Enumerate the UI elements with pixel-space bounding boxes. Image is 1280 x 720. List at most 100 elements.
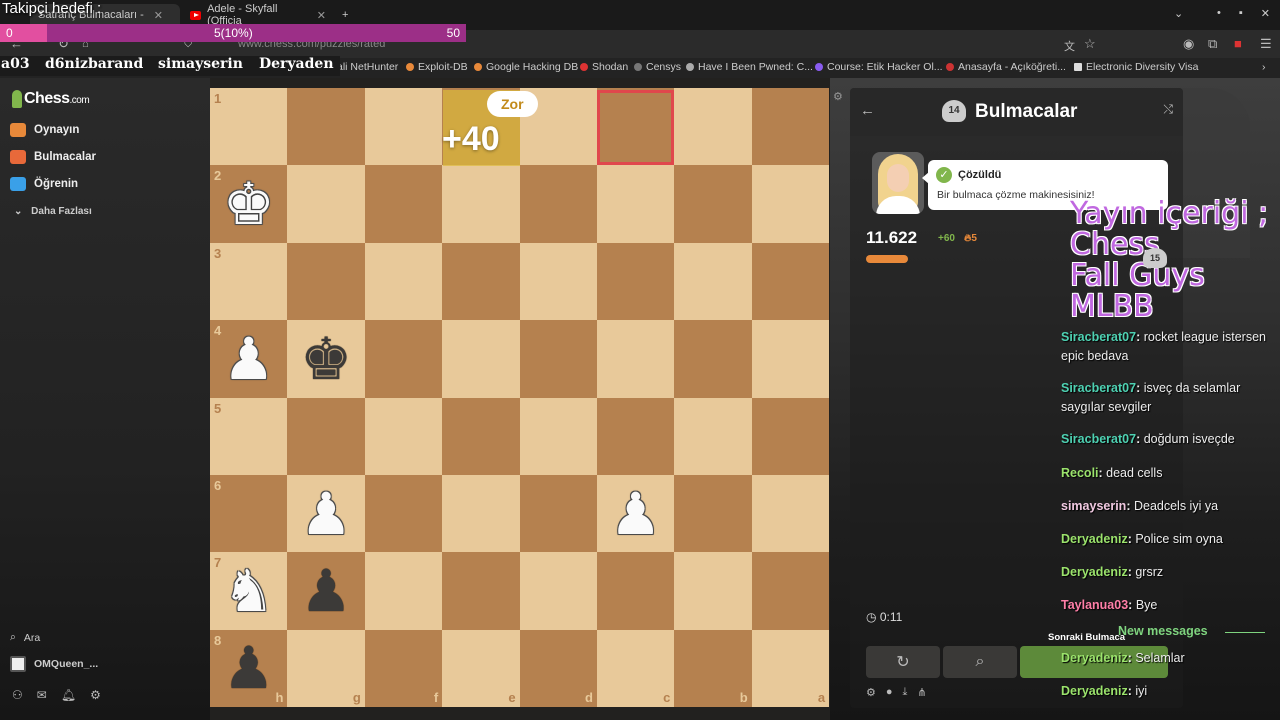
download-icon[interactable]: ⤓ xyxy=(903,686,908,699)
bookmark-exploit-db[interactable]: Exploit-DB xyxy=(406,61,468,73)
board-square[interactable] xyxy=(519,474,597,553)
sidebar-item-learn[interactable]: Öğrenin xyxy=(10,177,78,191)
board-square[interactable] xyxy=(442,165,520,243)
extensions-icon[interactable]: ⧉ xyxy=(1208,36,1217,52)
sidebar-user[interactable]: OMQueen_... xyxy=(10,656,98,672)
retry-button[interactable]: ↻ xyxy=(866,646,940,678)
board-square[interactable] xyxy=(364,242,443,321)
shuffle-icon[interactable]: ⤭ xyxy=(1163,102,1173,117)
board-square[interactable] xyxy=(596,552,675,630)
board-square[interactable]: ♟ xyxy=(596,474,675,553)
bookmark-haveibeenpwned[interactable]: Have I Been Pwned: C... xyxy=(686,61,813,73)
board-square[interactable] xyxy=(287,397,365,475)
extension-badge-icon[interactable]: ■ xyxy=(1234,36,1242,51)
board-square[interactable]: ♚ xyxy=(287,320,365,398)
board-square[interactable]: 4 ♟ xyxy=(210,320,288,398)
board-square[interactable] xyxy=(364,552,443,630)
chess-logo[interactable]: Chess.com xyxy=(12,90,90,108)
board-square[interactable] xyxy=(596,320,675,398)
board-settings-icon[interactable]: ⚙ xyxy=(833,90,843,103)
close-window-icon[interactable]: ✕ xyxy=(1261,7,1270,20)
new-messages-label[interactable]: New messages xyxy=(1118,624,1208,638)
white-pawn-piece[interactable]: ♟ xyxy=(210,320,287,397)
board-square[interactable] xyxy=(364,397,443,475)
board-square[interactable] xyxy=(751,242,830,321)
new-tab-button[interactable]: + xyxy=(334,4,356,26)
share-icon[interactable]: ⋔ xyxy=(917,686,926,699)
tab-youtube[interactable]: Adele - Skyfall (Officia ✕ xyxy=(182,3,334,27)
board-square[interactable] xyxy=(674,88,752,166)
board-square[interactable] xyxy=(751,165,830,243)
analysis-button[interactable]: ⌕ xyxy=(943,646,1017,678)
board-square[interactable] xyxy=(364,474,443,553)
friends-icon[interactable]: ⚇ xyxy=(12,688,23,702)
board-square[interactable]: 5 xyxy=(210,397,288,475)
board-square[interactable] xyxy=(519,320,597,398)
board-square[interactable] xyxy=(751,397,830,475)
white-knight-piece[interactable]: ♞ xyxy=(210,552,287,629)
board-square[interactable]: ♟ xyxy=(287,474,365,553)
more-bookmarks-icon[interactable]: › xyxy=(1262,61,1266,73)
board-square[interactable] xyxy=(674,165,752,243)
close-icon[interactable]: ✕ xyxy=(317,9,326,22)
white-pawn-piece[interactable]: ♟ xyxy=(287,475,364,552)
white-king-piece[interactable]: ♚ xyxy=(210,165,287,242)
star-icon[interactable]: ☆ xyxy=(1084,36,1096,52)
board-square[interactable] xyxy=(442,242,520,321)
bell-icon[interactable]: 🔔︎ xyxy=(61,688,76,702)
bookmark-course[interactable]: Course: Etik Hacker Ol... xyxy=(815,61,943,73)
board-square[interactable] xyxy=(674,474,752,553)
board-square[interactable] xyxy=(519,165,597,243)
back-arrow-icon[interactable]: ← xyxy=(860,102,875,119)
sidebar-item-play[interactable]: Oynayın xyxy=(10,123,79,137)
board-square[interactable]: 7 ♞ xyxy=(210,552,288,630)
minimize-icon[interactable]: • xyxy=(1217,7,1221,20)
board-square[interactable]: b xyxy=(674,629,752,708)
board-square[interactable]: e xyxy=(442,629,520,708)
board-square[interactable]: g xyxy=(287,629,365,708)
board-square[interactable]: a xyxy=(751,629,830,708)
gear-icon[interactable]: ⚙ xyxy=(90,688,101,702)
board-square[interactable] xyxy=(751,88,830,166)
board-square[interactable] xyxy=(364,320,443,398)
board-square[interactable]: 6 xyxy=(210,474,288,553)
board-square[interactable] xyxy=(596,397,675,475)
board-square[interactable] xyxy=(596,242,675,321)
bookmark-electronic-diversity-visa[interactable]: Electronic Diversity Visa xyxy=(1074,61,1198,73)
board-square[interactable] xyxy=(442,320,520,398)
board-square[interactable] xyxy=(674,320,752,398)
board-square[interactable] xyxy=(596,165,675,243)
bookmark-censys[interactable]: Censys xyxy=(634,61,681,73)
board-square[interactable] xyxy=(287,242,365,321)
board-square[interactable] xyxy=(674,242,752,321)
board-square[interactable] xyxy=(674,397,752,475)
board-square[interactable]: c xyxy=(596,629,675,708)
board-square[interactable] xyxy=(751,474,830,553)
board-square[interactable]: 8 h ♟ xyxy=(210,629,288,708)
board-square[interactable] xyxy=(442,552,520,630)
board-square[interactable] xyxy=(364,88,443,166)
mail-icon[interactable]: ✉ xyxy=(37,688,47,702)
sidebar-more[interactable]: ⌄ Daha Fazlası xyxy=(14,206,92,217)
board-square[interactable] xyxy=(287,88,365,166)
maximize-icon[interactable]: ▪ xyxy=(1239,7,1243,20)
translate-icon[interactable]: 文 xyxy=(1064,38,1075,54)
bookmark-anasayfa[interactable]: Anasayfa - Açıköğreti... xyxy=(946,61,1066,73)
board-square[interactable]: ♟ xyxy=(287,552,365,630)
chess-board[interactable]: 1 2 ♚ 3 4 ♟ ♚ 5 6 ♟ ♟ 7 ♞ ♟ 8 h ♟ g f e d c b a xyxy=(210,88,830,708)
board-square[interactable] xyxy=(674,552,752,630)
board-square[interactable]: 3 xyxy=(210,242,288,321)
board-square[interactable] xyxy=(442,474,520,553)
account-icon[interactable]: ◉ xyxy=(1183,36,1194,52)
board-square[interactable] xyxy=(751,320,830,398)
bookmark-google-hacking-db[interactable]: Google Hacking DB xyxy=(474,61,578,73)
board-square[interactable] xyxy=(364,165,443,243)
white-pawn-piece[interactable]: ♟ xyxy=(597,475,674,552)
bookmark-kali-nethunter[interactable]: Kali NetHunter xyxy=(330,61,398,73)
black-pawn-piece[interactable]: ♟ xyxy=(210,630,287,707)
sidebar-item-puzzles[interactable]: Bulmacalar xyxy=(10,150,96,164)
close-icon[interactable]: ✕ xyxy=(154,9,163,22)
black-king-piece[interactable]: ♚ xyxy=(287,320,364,397)
board-square[interactable] xyxy=(519,242,597,321)
board-square[interactable]: 2 ♚ xyxy=(210,165,288,243)
